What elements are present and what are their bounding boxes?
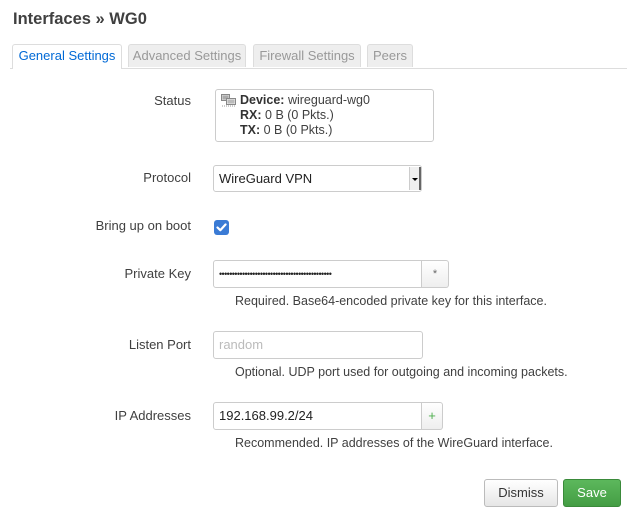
- status-box: Device: wireguard-wg0 RX: 0 B (0 Pkts.) …: [215, 89, 434, 142]
- private-key-input[interactable]: ••••••••••••••••••••••••••••••••••••••••…: [213, 260, 422, 288]
- protocol-selected-value: WireGuard VPN: [219, 171, 313, 186]
- save-button[interactable]: Save: [563, 479, 621, 507]
- checkmark-icon: [216, 223, 227, 232]
- page-title: Interfaces » WG0: [13, 10, 147, 28]
- protocol-select[interactable]: WireGuard VPN: [213, 165, 422, 192]
- ip-address-input[interactable]: 192.168.99.2/24: [213, 402, 422, 430]
- status-label: Status: [154, 93, 191, 108]
- listen-port-label: Listen Port: [128, 337, 191, 352]
- dismiss-button[interactable]: Dismiss: [484, 479, 558, 507]
- device-value: wireguard-wg0: [287, 93, 370, 107]
- reveal-password-button[interactable]: *: [422, 260, 449, 288]
- rx-label: RX:: [240, 108, 262, 122]
- private-key-description: Required. Base64-encoded private key for…: [235, 294, 547, 308]
- tab-firewall-settings[interactable]: Firewall Settings: [253, 44, 361, 67]
- tx-label: TX:: [240, 123, 261, 137]
- ip-addresses-label: IP Addresses: [114, 408, 191, 423]
- ip-addresses-description: Recommended. IP addresses of the WireGua…: [235, 436, 553, 450]
- tab-peers[interactable]: Peers: [367, 44, 413, 67]
- chevron-down-icon[interactable]: [409, 167, 421, 190]
- tab-advanced-settings[interactable]: Advanced Settings: [128, 44, 246, 67]
- tx-value: 0 B (0 Pkts.): [263, 123, 333, 137]
- listen-port-description: Optional. UDP port used for outgoing and…: [235, 365, 568, 379]
- bring-up-on-boot-checkbox[interactable]: [214, 220, 229, 235]
- add-ip-address-button[interactable]: +: [422, 402, 443, 430]
- device-label: Device:: [240, 93, 285, 107]
- rx-value: 0 B (0 Pkts.): [265, 108, 334, 122]
- tab-general-settings[interactable]: General Settings: [12, 44, 122, 69]
- interface-edit-dialog: Interfaces » WG0 General Settings Advanc…: [0, 0, 632, 519]
- network-device-icon: [221, 94, 236, 112]
- private-key-label: Private Key: [124, 266, 191, 281]
- listen-port-input[interactable]: random: [213, 331, 423, 359]
- tab-bar: General Settings Advanced Settings Firew…: [10, 44, 627, 69]
- protocol-label: Protocol: [143, 170, 191, 185]
- bring-up-on-boot-label: Bring up on boot: [95, 218, 191, 233]
